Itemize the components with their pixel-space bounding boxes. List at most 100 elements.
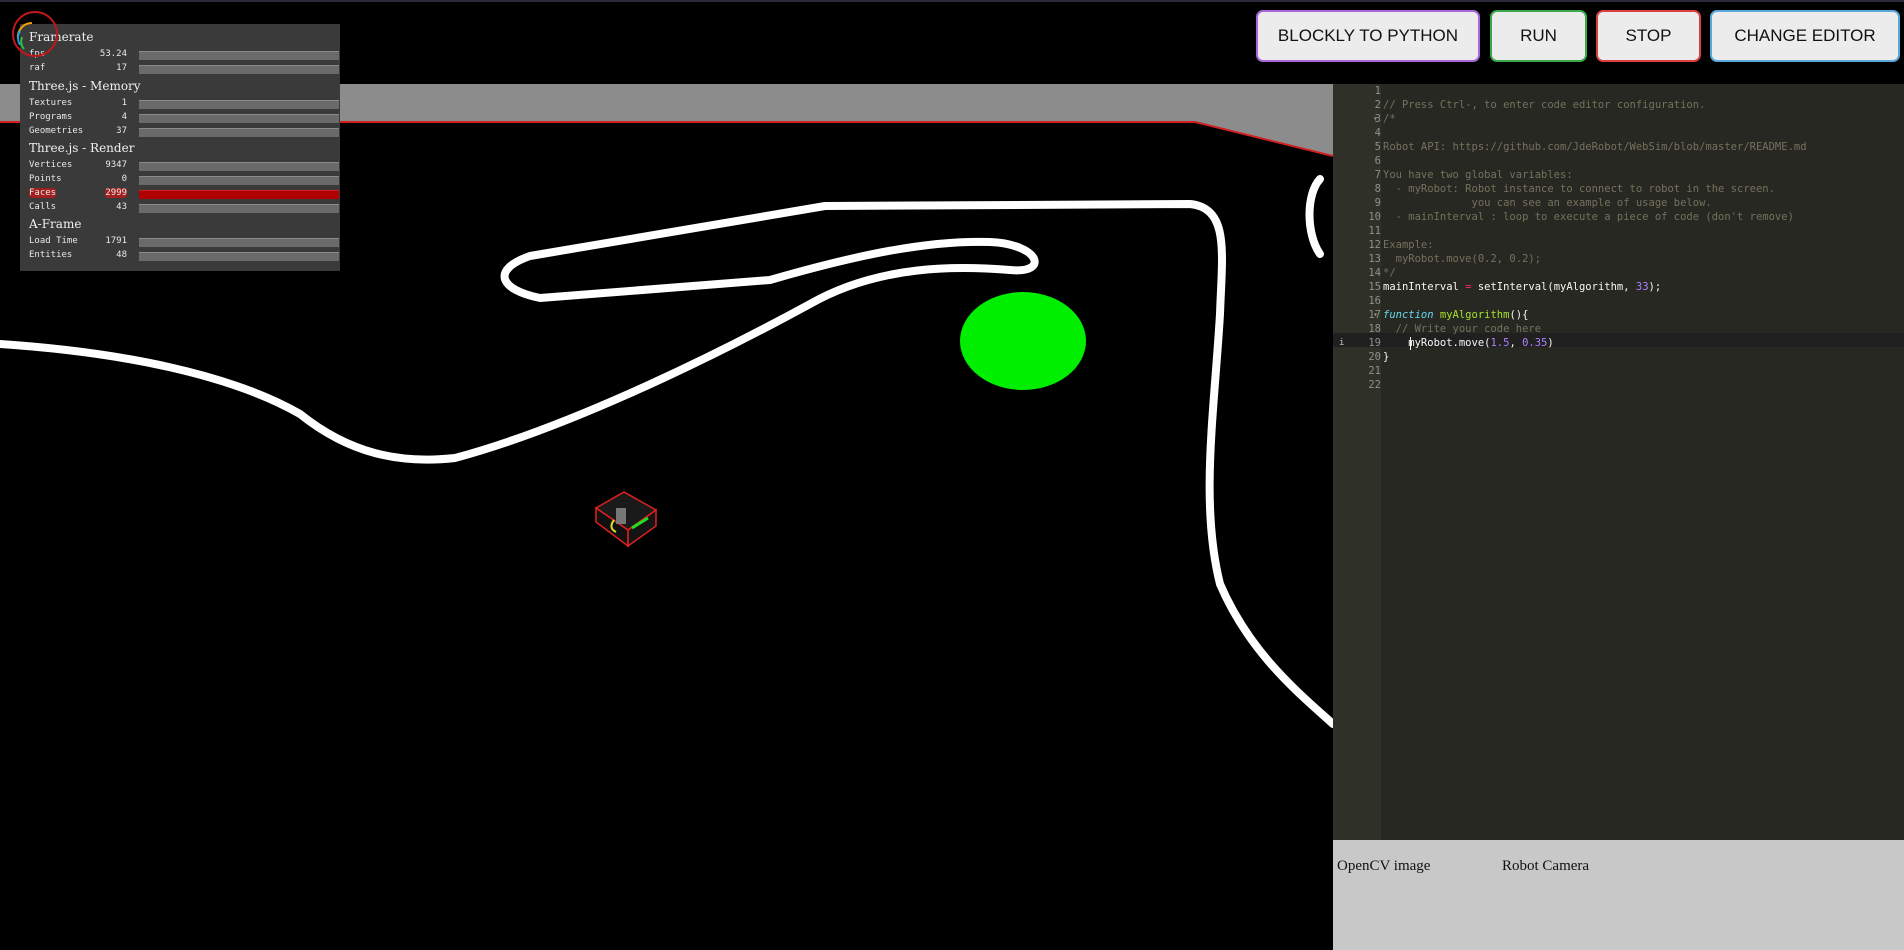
code-text: /* [1383,113,1396,125]
code-line: 4 [1333,126,1904,140]
line-number: 19 [1368,337,1381,349]
line-number: 18 [1368,323,1381,335]
code-line: 12 Example: [1333,238,1904,252]
info-marker-icon: i [1339,338,1345,348]
programs-value: 4 [121,112,127,122]
loadtime-bar [139,238,339,247]
line-number: 15 [1368,281,1381,293]
code-line: 18 // Write your code here [1333,322,1904,336]
code-text: You have two global variables: [1383,169,1573,181]
code-text: Robot API: https://github.com/JdeRobot/W… [1383,141,1807,153]
vertices-value: 9347 [105,160,127,170]
blockly-to-python-button[interactable]: BLOCKLY TO PYTHON [1256,10,1480,62]
code-text: // Press Ctrl-, to enter code editor con… [1383,99,1706,111]
code-text: you can see an example of usage below. [1383,197,1712,209]
geometries-bar [139,128,339,137]
geometries-row: Geometries 37 [29,126,339,138]
code-text: myRobot.move(1.5, 0.35) [1383,337,1554,349]
line-number: 12 [1368,239,1381,251]
line-number: 2 [1374,99,1381,111]
programs-row: Programs 4 [29,112,339,124]
line-number: 9 [1374,197,1381,209]
line-number: 14 [1368,267,1381,279]
code-text: - mainInterval : loop to execute a piece… [1383,211,1794,223]
robot-camera-label: Robot Camera [1502,858,1590,874]
code-line: 3 ▾/* [1333,112,1904,126]
line-number: 4 [1374,127,1381,139]
fold-arrow-icon[interactable]: ▾ [1373,308,1378,322]
line-number: 21 [1368,365,1381,377]
textures-label: Textures [29,98,73,108]
line-number: 13 [1368,253,1381,265]
stop-button[interactable]: STOP [1596,10,1701,62]
text-cursor [1410,337,1411,350]
loading-spinner-icon [12,11,58,57]
code-line: 8 - myRobot: Robot instance to connect t… [1333,182,1904,196]
line-number: 6 [1374,155,1381,167]
points-value: 0 [121,174,127,184]
geometries-label: Geometries [29,126,84,136]
memory-heading: Three.js - Memory [29,79,141,93]
code-text: Example: [1383,239,1434,251]
points-bar [139,176,339,185]
fps-row: fps 53.24 [29,49,339,61]
code-line: 21 [1333,364,1904,378]
calls-value: 43 [116,202,127,212]
green-target [960,292,1086,390]
code-line: 10 - mainInterval : loop to execute a pi… [1333,210,1904,224]
line-number: 11 [1368,225,1381,237]
change-editor-button[interactable]: CHANGE EDITOR [1710,10,1900,62]
points-row: Points 0 [29,174,339,186]
code-line: 2// Press Ctrl-, to enter code editor co… [1333,98,1904,112]
code-editor[interactable]: 1 2// Press Ctrl-, to enter code editor … [1333,84,1904,840]
fold-arrow-icon[interactable]: ▾ [1373,112,1378,126]
code-text: */ [1383,267,1396,279]
programs-bar [139,114,339,123]
code-text: mainInterval = setInterval(myAlgorithm, … [1383,281,1662,293]
loadtime-row: Load Time 1791 [29,236,339,248]
raf-bar [139,65,339,74]
code-line: 14 */ [1333,266,1904,280]
vertices-label: Vertices [29,160,73,170]
entities-value: 48 [116,250,127,260]
code-line: 17 ▾ function myAlgorithm(){ [1333,308,1904,322]
code-text: - myRobot: Robot instance to connect to … [1383,183,1775,195]
robot [594,491,658,548]
opencv-image-label: OpenCV image [1337,858,1431,874]
faces-value: 2999 [105,188,127,198]
code-text: } [1383,351,1390,363]
code-line: 20} [1333,350,1904,364]
faces-bar [139,190,339,199]
code-text: // Write your code here [1383,323,1542,335]
raf-label: raf [29,63,46,73]
line-number: 22 [1368,379,1381,391]
line-number: 20 [1368,351,1381,363]
code-line: 9 you can see an example of usage below. [1333,196,1904,210]
camera-panel: OpenCV image Robot Camera [1333,840,1904,950]
run-button[interactable]: RUN [1490,10,1587,62]
line-number: 5 [1374,141,1381,153]
vertices-bar [139,162,339,171]
calls-bar [139,204,339,213]
code-text: myRobot.move(0.2, 0.2); [1383,253,1542,265]
textures-bar [139,100,339,109]
geometries-value: 37 [116,126,127,136]
code-line: 15 mainInterval = setInterval(myAlgorithm… [1333,280,1904,294]
loadtime-label: Load Time [29,236,78,246]
line-number: 10 [1368,211,1381,223]
loadtime-value: 1791 [105,236,127,246]
render-heading: Three.js - Render [29,141,135,155]
entities-row: Entities 48 [29,250,339,262]
textures-value: 1 [121,98,127,108]
code-line: 11 [1333,224,1904,238]
raf-value: 17 [116,63,127,73]
line-number: 16 [1368,295,1381,307]
entities-label: Entities [29,250,73,260]
faces-row: Faces 2999 [29,188,339,200]
raf-row: raf 17 [29,63,339,75]
line-number: 8 [1374,183,1381,195]
code-line: 22 [1333,378,1904,392]
line-number: 1 [1374,85,1381,97]
code-line: 16 [1333,294,1904,308]
aframe-heading: A-Frame [29,217,82,231]
